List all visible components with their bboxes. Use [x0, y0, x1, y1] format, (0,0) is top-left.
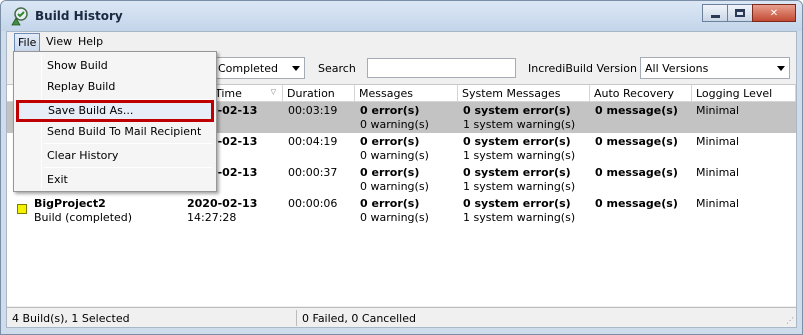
table-row[interactable]: BigProject2 Build (completed) 2020-02-13 1…: [7, 195, 796, 226]
logging-level: Minimal: [696, 104, 740, 117]
auto-recovery-count: 0 message(s): [595, 135, 678, 148]
build-status: Build (completed): [34, 211, 133, 224]
chevron-down-icon: [777, 66, 785, 71]
build-time: 14:27:28: [187, 211, 237, 224]
build-history-window: Build History ✕ File View Help Completed…: [0, 0, 803, 335]
build-duration: 00:04:19: [288, 135, 338, 148]
system-warning-count: 1 system warning(s): [463, 149, 576, 162]
search-label: Search: [318, 62, 356, 75]
version-label: IncrediBuild Version: [528, 62, 637, 75]
menu-item-replay-build[interactable]: Replay Build: [16, 77, 214, 97]
warning-count: 0 warning(s): [360, 118, 429, 131]
menu-file[interactable]: File: [14, 33, 41, 52]
system-error-count: 0 system error(s): [463, 166, 571, 179]
menu-view-label: View: [46, 35, 73, 48]
column-header-logging-level[interactable]: Logging Level: [692, 85, 796, 102]
menu-item-show-build[interactable]: Show Build: [16, 56, 214, 76]
build-duration: 00:03:19: [288, 104, 338, 117]
menu-item-exit[interactable]: Exit: [16, 170, 214, 190]
incredibuild-app-icon: [11, 7, 28, 26]
menu-help[interactable]: Help: [75, 33, 106, 52]
column-header-system-messages[interactable]: System Messages: [458, 85, 590, 102]
system-warning-count: 1 system warning(s): [463, 180, 576, 193]
menu-help-label: Help: [78, 35, 104, 48]
build-duration: 00:00:06: [288, 197, 338, 210]
logging-level: Minimal: [696, 135, 740, 148]
logging-level: Minimal: [696, 197, 740, 210]
failure-count-status: 0 Failed, 0 Cancelled: [302, 312, 416, 325]
resize-grip-icon[interactable]: ⋰: [786, 316, 794, 325]
status-divider: [296, 310, 297, 326]
status-filter-value: Completed: [218, 62, 278, 75]
system-warning-count: 1 system warning(s): [463, 211, 576, 224]
version-dropdown[interactable]: All Versions: [640, 57, 790, 79]
status-indicator-icon: [17, 204, 27, 214]
build-date: 2020-02-13: [187, 197, 258, 210]
system-error-count: 0 system error(s): [463, 197, 571, 210]
status-bar: 4 Build(s), 1 Selected 0 Failed, 0 Cance…: [7, 307, 796, 327]
window-title: Build History: [35, 9, 123, 23]
project-name: BigProject2: [34, 197, 106, 210]
error-count: 0 error(s): [360, 166, 420, 179]
file-menu-dropdown: Show Build Replay Build Save Build As...…: [13, 51, 217, 192]
error-count: 0 error(s): [360, 135, 420, 148]
auto-recovery-count: 0 message(s): [595, 197, 678, 210]
warning-count: 0 warning(s): [360, 211, 429, 224]
column-header-duration[interactable]: Duration: [283, 85, 355, 102]
version-value: All Versions: [645, 62, 709, 75]
maximize-icon: [735, 9, 745, 17]
logging-level: Minimal: [696, 166, 740, 179]
window-controls: ✕: [702, 4, 796, 22]
chevron-down-icon: [292, 66, 300, 71]
warning-count: 0 warning(s): [360, 149, 429, 162]
error-count: 0 error(s): [360, 197, 420, 210]
menu-separator: [44, 167, 212, 168]
build-duration: 00:00:37: [288, 166, 338, 179]
system-error-count: 0 system error(s): [463, 104, 571, 117]
system-error-count: 0 system error(s): [463, 135, 571, 148]
title-bar[interactable]: Build History ✕: [1, 1, 802, 31]
menu-separator: [44, 143, 212, 144]
close-icon: ✕: [769, 7, 779, 19]
menu-view[interactable]: View: [43, 33, 75, 52]
search-input[interactable]: [367, 58, 516, 78]
warning-count: 0 warning(s): [360, 180, 429, 193]
menu-item-clear-history[interactable]: Clear History: [16, 146, 214, 166]
menu-item-save-build-as[interactable]: Save Build As...: [16, 100, 214, 122]
column-header-messages[interactable]: Messages: [355, 85, 458, 102]
minimize-icon: [710, 14, 720, 18]
minimize-button[interactable]: [702, 4, 728, 22]
column-header-auto-recovery[interactable]: Auto Recovery: [590, 85, 692, 102]
auto-recovery-count: 0 message(s): [595, 104, 678, 117]
menu-file-label: File: [18, 36, 37, 49]
auto-recovery-count: 0 message(s): [595, 166, 678, 179]
menu-item-send-build-to-mail[interactable]: Send Build To Mail Recipient: [16, 122, 214, 142]
error-count: 0 error(s): [360, 104, 420, 117]
menu-bar: File View Help: [7, 32, 796, 52]
system-warning-count: 1 system warning(s): [463, 118, 576, 131]
sort-icon: ▽: [270, 88, 276, 96]
close-button[interactable]: ✕: [752, 4, 796, 22]
build-count-status: 4 Build(s), 1 Selected: [12, 312, 130, 325]
maximize-button[interactable]: [727, 4, 753, 22]
